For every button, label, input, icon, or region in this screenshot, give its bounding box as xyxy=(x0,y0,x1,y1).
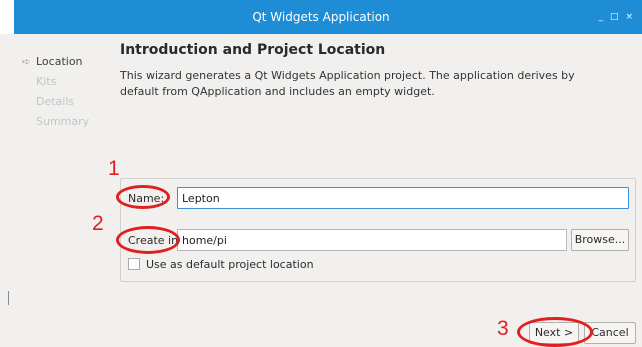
name-field[interactable] xyxy=(177,187,629,209)
step-details: Details xyxy=(22,92,106,112)
step-summary: Summary xyxy=(22,112,106,132)
close-icon[interactable]: × xyxy=(623,0,638,34)
step-label: Location xyxy=(36,55,83,68)
create-in-field[interactable] xyxy=(177,229,567,251)
step-label: Kits xyxy=(36,75,57,88)
browse-button[interactable]: Browse... xyxy=(571,229,629,251)
window-title: Qt Widgets Application xyxy=(252,10,390,24)
annotation-number-1: 1 xyxy=(108,157,120,180)
step-label: Summary xyxy=(36,115,90,128)
default-location-checkbox[interactable] xyxy=(128,258,140,270)
maximize-icon[interactable]: □ xyxy=(608,0,624,34)
wizard-steps: ➪ Location Kits Details Summary xyxy=(22,52,106,132)
step-label: Details xyxy=(36,95,75,108)
arrow-right-icon: ➪ xyxy=(22,57,31,68)
annotation-oval-create-in xyxy=(116,226,180,254)
minimize-icon[interactable]: _ xyxy=(596,0,608,34)
default-location-label: Use as default project location xyxy=(146,258,314,271)
step-location: ➪ Location xyxy=(22,52,106,72)
annotation-number-3: 3 xyxy=(497,317,509,340)
step-kits: Kits xyxy=(22,72,106,92)
annotation-oval-next xyxy=(517,317,593,347)
page-title: Introduction and Project Location xyxy=(120,42,386,58)
annotation-oval-name xyxy=(116,185,170,209)
window-edge-marker xyxy=(8,291,9,305)
window-controls: _ □ × xyxy=(596,0,638,34)
page-description: This wizard generates a Qt Widgets Appli… xyxy=(120,69,575,98)
annotation-number-2: 2 xyxy=(92,212,104,235)
